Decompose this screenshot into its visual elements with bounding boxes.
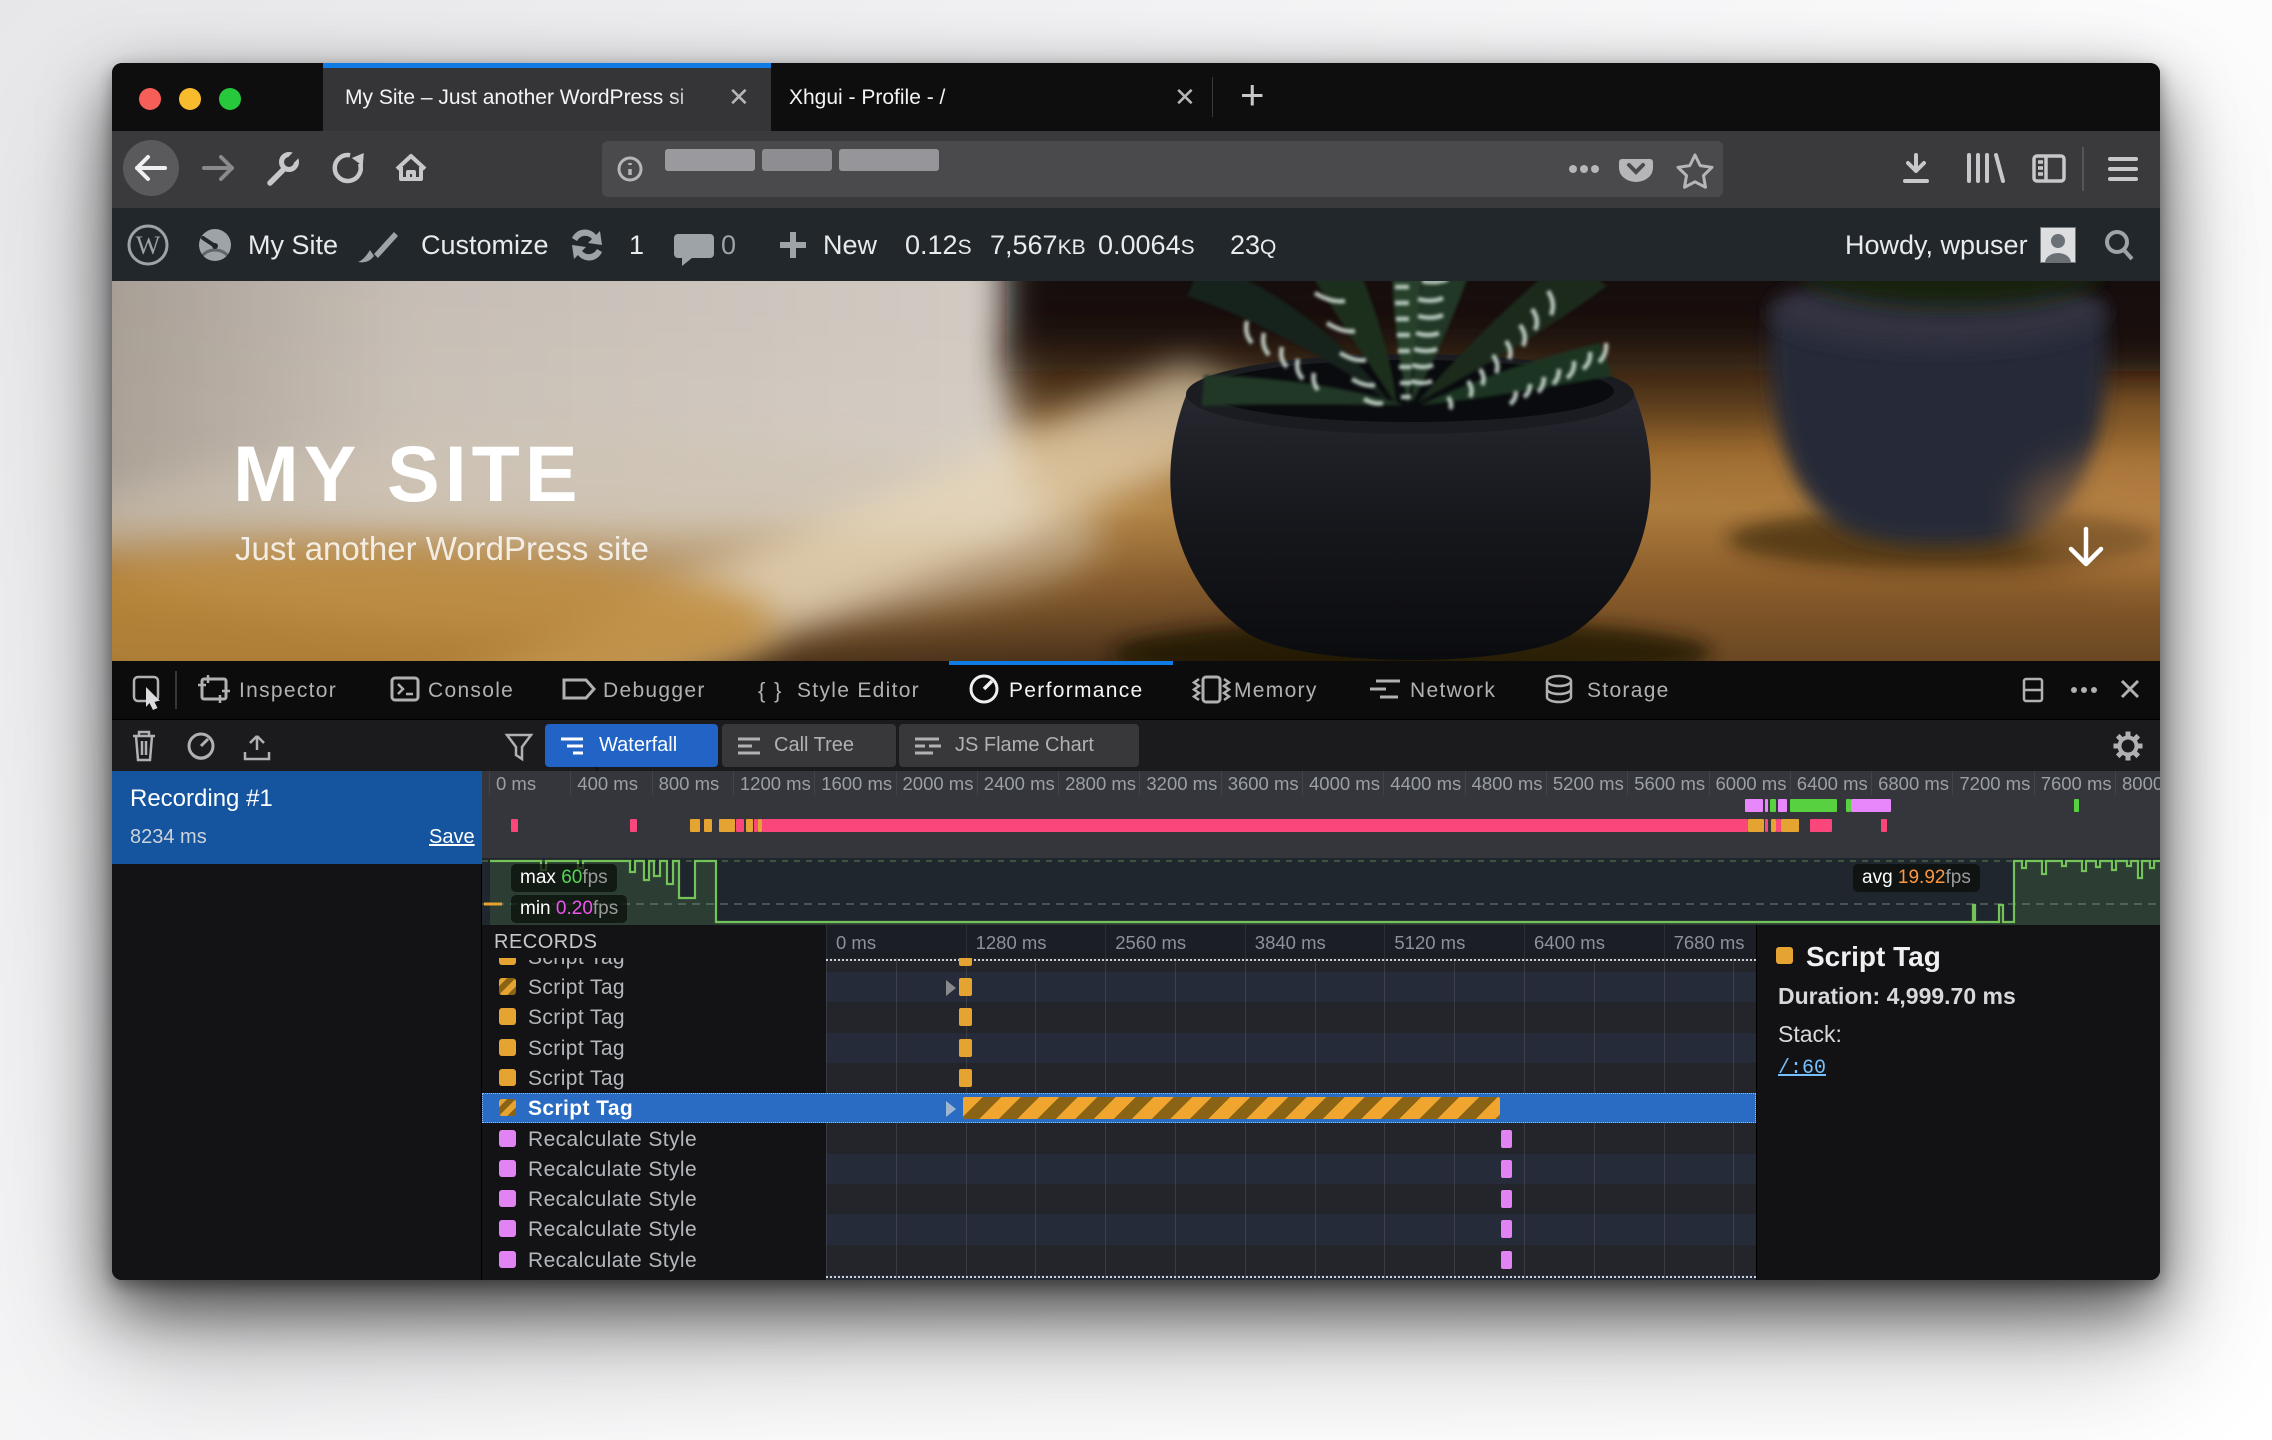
svg-text:W: W: [136, 231, 161, 260]
